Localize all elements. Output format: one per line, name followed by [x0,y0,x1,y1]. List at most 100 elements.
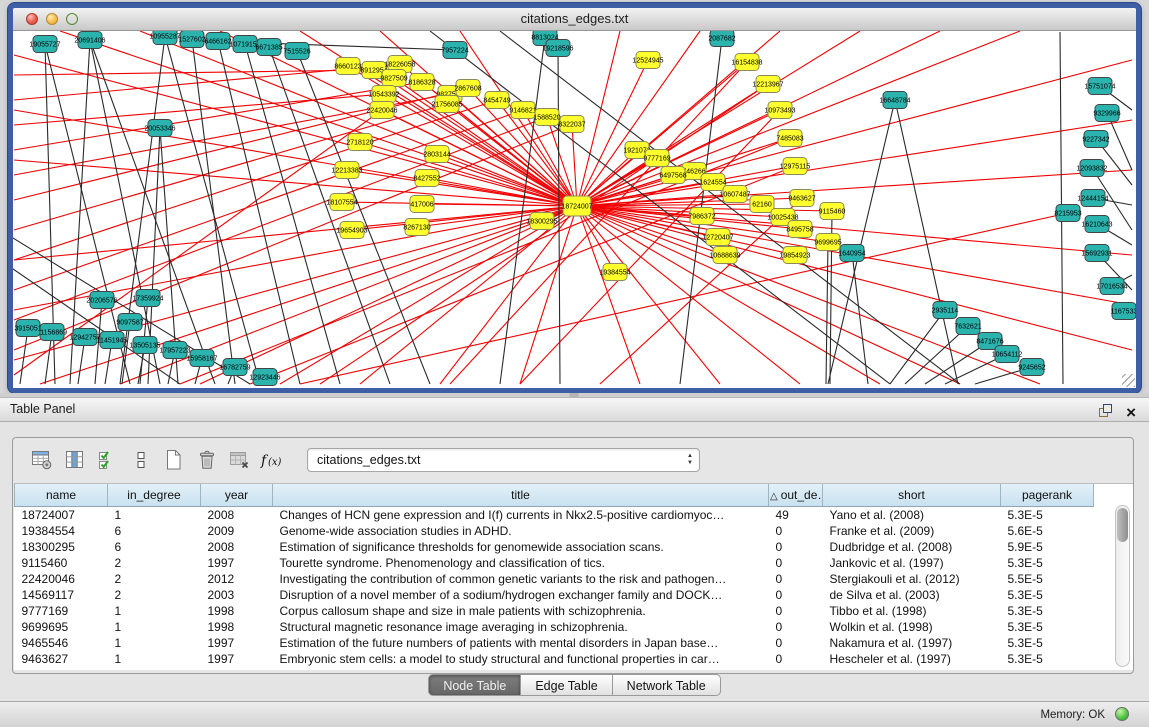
graph-node[interactable]: 12093832 [1076,160,1107,177]
graph-node[interactable]: 7957224 [441,42,468,59]
minimize-window-button[interactable] [46,13,58,25]
table-cell[interactable]: Estimation of significance thresholds fo… [273,539,769,555]
table-cell[interactable]: 6 [108,523,201,539]
graph-node[interactable]: 18724007 [561,196,592,216]
table-row[interactable]: 946554611997Estimation of the future num… [15,635,1094,651]
table-row[interactable]: 977716911998Corpus callosum shape and si… [15,603,1094,619]
graph-node[interactable]: 16648784 [879,92,910,109]
graph-node[interactable]: 15958167 [186,350,217,367]
table-row[interactable]: 946362711997Embryonic stem cells: a mode… [15,651,1094,667]
graph-node[interactable]: 8186328 [408,74,435,91]
table-cell[interactable]: 0 [769,555,823,571]
table-cell[interactable]: 18724007 [15,507,108,524]
graph-node[interactable]: 9097587 [116,314,143,331]
column-header-year[interactable]: year [201,484,273,507]
table-cell[interactable]: 5.3E-5 [1001,555,1094,571]
graph-node[interactable]: 1624554 [699,174,726,191]
table-cell[interactable]: 1998 [201,619,273,635]
graph-node[interactable]: 9827509 [380,70,407,87]
destroy-table-icon[interactable] [227,447,253,473]
graph-node[interactable]: 2803144 [423,146,450,163]
graph-node[interactable]: 19055727 [29,36,60,53]
graph-node[interactable]: 417006 [410,196,434,213]
table-cell[interactable]: 9463627 [15,651,108,667]
table-cell[interactable]: 1 [108,603,201,619]
table-cell[interactable]: Investigating the contribution of common… [273,571,769,587]
graph-node[interactable]: 20691406 [74,32,105,49]
table-cell[interactable]: 2008 [201,539,273,555]
table-cell[interactable]: Estimation of the future numbers of pati… [273,635,769,651]
float-panel-icon[interactable] [1097,402,1113,423]
table-cell[interactable]: 9115460 [15,555,108,571]
graph-node[interactable]: 62160 [750,196,774,213]
network-window-titlebar[interactable]: citations_edges.txt [13,8,1136,31]
network-canvas[interactable]: 1905572720691406109552871527602646616210… [13,31,1136,388]
table-scrollbar-thumb[interactable] [1117,508,1128,542]
graph-node[interactable]: 3915051 [14,320,41,337]
graph-node[interactable]: 2718120 [346,134,373,151]
table-cell[interactable]: 2 [108,555,201,571]
table-cell[interactable]: 1 [108,619,201,635]
graph-node[interactable]: 16210643 [1081,216,1112,233]
table-cell[interactable]: 5.3E-5 [1001,587,1094,603]
table-cell[interactable]: de Silva et al. (2003) [823,587,1001,603]
graph-node[interactable]: 17016534 [1096,278,1127,295]
table-cell[interactable]: 0 [769,635,823,651]
table-cell[interactable]: Yano et al. (2008) [823,507,1001,524]
tab-network-table[interactable]: Network Table [613,674,721,696]
column-header-short[interactable]: short [823,484,1001,507]
graph-node[interactable]: 7986372 [688,208,715,225]
graph-node[interactable]: 19218596 [542,40,573,57]
table-cell[interactable]: Genome-wide association studies in ADHD. [273,523,769,539]
graph-node[interactable]: 7485083 [776,130,803,147]
graph-node[interactable]: 9115460 [819,203,846,220]
table-cell[interactable]: 5.5E-5 [1001,571,1094,587]
memory-status-indicator[interactable] [1115,707,1129,721]
table-cell[interactable]: 1998 [201,603,273,619]
table-cell[interactable]: 1 [108,635,201,651]
graph-node[interactable]: 13505135 [129,337,160,354]
table-cell[interactable]: 0 [769,619,823,635]
graph-node[interactable]: 15751074 [1084,78,1115,95]
table-settings-icon[interactable] [29,447,55,473]
table-row[interactable]: 1938455462009Genome-wide association stu… [15,523,1094,539]
graph-node[interactable]: 18107554 [326,194,357,211]
table-row[interactable]: 969969511998Structural magnetic resonanc… [15,619,1094,635]
table-row[interactable]: 2242004622012Investigating the contribut… [15,571,1094,587]
graph-node[interactable]: 9329966 [1093,105,1120,122]
graph-node[interactable]: 8427552 [413,170,440,187]
graph-node[interactable]: 10955287 [149,31,180,45]
table-cell[interactable]: Nakamura et al. (1997) [823,635,1001,651]
graph-node[interactable]: 1588520 [533,109,560,126]
table-cell[interactable]: 0 [769,587,823,603]
table-cell[interactable]: 1997 [201,635,273,651]
table-cell[interactable]: 5.3E-5 [1001,619,1094,635]
graph-node[interactable]: 9227342 [1082,131,1109,148]
table-cell[interactable]: Stergiakouli et al. (2012) [823,571,1001,587]
graph-node[interactable]: 8267130 [403,219,430,236]
table-cell[interactable]: 49 [769,507,823,524]
graph-node[interactable]: 8660123 [334,58,361,75]
combo-stepper-icon[interactable]: ▲▼ [687,453,693,467]
unselect-all-columns-icon[interactable] [128,447,154,473]
table-select[interactable]: citations_edges.txt▲▼ [307,448,700,472]
table-cell[interactable]: 5.3E-5 [1001,507,1094,524]
graph-node[interactable]: 12524945 [632,52,663,69]
table-cell[interactable]: 2012 [201,571,273,587]
table-cell[interactable]: 2008 [201,507,273,524]
table-cell[interactable]: 1 [108,507,201,524]
table-cell[interactable]: Wolkin et al. (1998) [823,619,1001,635]
table-cell[interactable]: 2003 [201,587,273,603]
graph-node[interactable]: 21756085 [431,96,462,113]
graph-node[interactable]: 9777169 [643,150,670,167]
table-cell[interactable]: 1997 [201,555,273,571]
table-cell[interactable]: 2009 [201,523,273,539]
table-cell[interactable]: Jankovic et al. (1997) [823,555,1001,571]
graph-node[interactable]: 19384554 [599,264,630,281]
table-row[interactable]: 1872400712008Changes of HCN gene express… [15,507,1094,524]
close-panel-icon[interactable]: × [1126,405,1136,421]
table-cell[interactable]: 22420046 [15,571,108,587]
table-row[interactable]: 911546021997Tourette syndrome. Phenomeno… [15,555,1094,571]
graph-node[interactable]: 9245652 [1018,359,1045,376]
graph-node[interactable]: 9463627 [788,190,815,207]
